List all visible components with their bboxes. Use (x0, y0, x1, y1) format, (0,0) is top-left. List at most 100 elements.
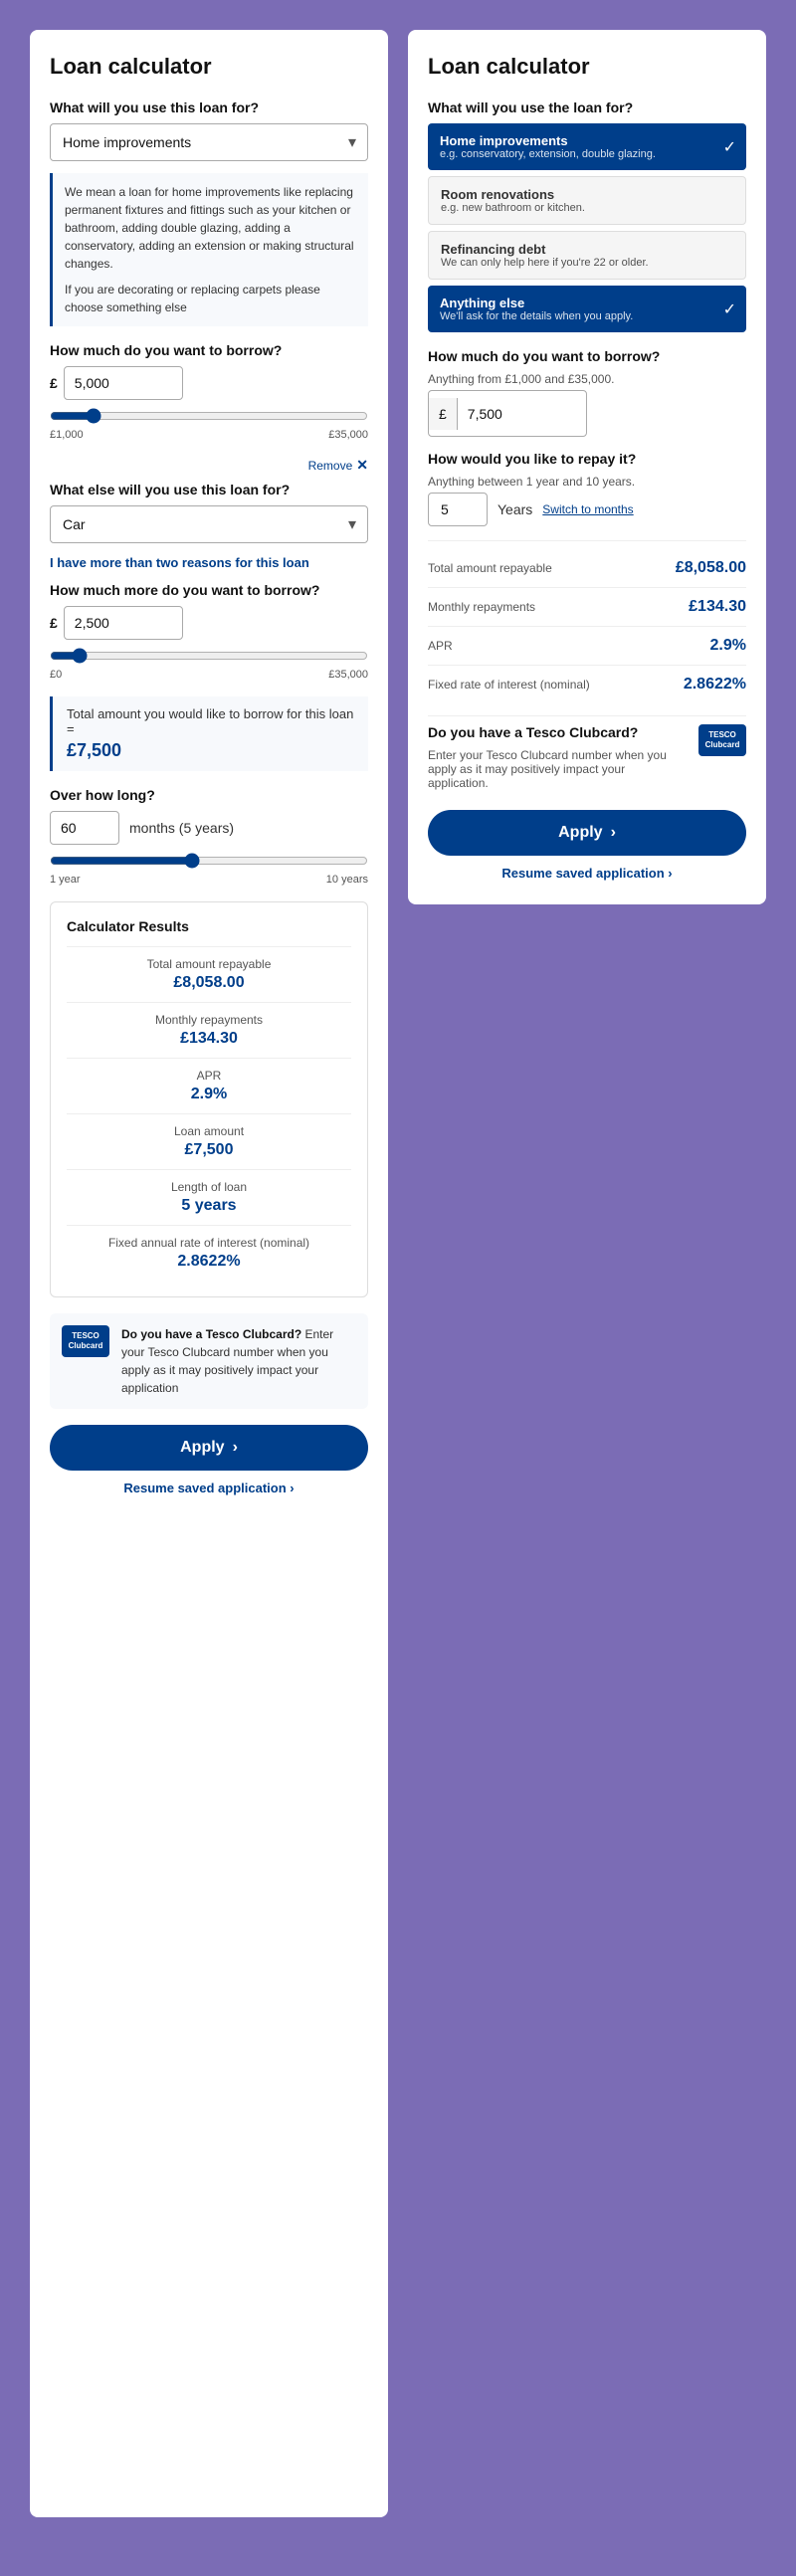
total-box: Total amount you would like to borrow fo… (50, 696, 368, 771)
loan-amount-value: £7,500 (67, 1141, 351, 1159)
right-borrow-amount-row: £ − + (428, 390, 587, 437)
right-apr-row: APR 2.9% (428, 627, 746, 666)
right-monthly-label: Monthly repayments (428, 600, 535, 614)
loan-option-home-improvements[interactable]: Home improvements e.g. conservatory, ext… (428, 123, 746, 170)
loan-purpose-select[interactable]: Home improvements (50, 123, 368, 161)
results-title: Calculator Results (67, 918, 351, 934)
right-resume-arrow-icon: › (668, 866, 672, 881)
monthly-label: Monthly repayments (67, 1013, 351, 1027)
right-borrow-sub: Anything from £1,000 and £35,000. (428, 372, 746, 386)
more-borrow-range-labels: £0 £35,000 (50, 669, 368, 681)
remove-label: Remove (308, 459, 353, 473)
option-name-1: Room renovations (441, 187, 733, 202)
right-results-table: Total amount repayable £8,058.00 Monthly… (428, 549, 746, 703)
total-repayable-label: Total amount repayable (67, 957, 351, 971)
more-borrow-section: How much more do you want to borrow? £ £… (50, 582, 368, 681)
total-value: £7,500 (67, 740, 354, 761)
more-borrow-label: How much more do you want to borrow? (50, 582, 368, 598)
right-repay-section: How would you like to repay it? Anything… (428, 451, 746, 526)
right-clubcard-logo-line1: TESCO (708, 730, 736, 740)
borrow-section: How much do you want to borrow? £ £1,000… (50, 342, 368, 441)
loan-amount-row: Loan amount £7,500 (67, 1113, 351, 1169)
right-clubcard-section: Do you have a Tesco Clubcard? Enter your… (428, 724, 746, 794)
apr-row: APR 2.9% (67, 1058, 351, 1113)
clubcard-text: Do you have a Tesco Clubcard? Enter your… (121, 1325, 356, 1397)
clubcard-logo-line1: TESCO (72, 1331, 100, 1341)
right-clubcard-logo-line2: Clubcard (705, 740, 740, 750)
right-total-repayable-label: Total amount repayable (428, 561, 552, 575)
right-monthly-row: Monthly repayments £134.30 (428, 588, 746, 627)
right-resume-saved-application-link[interactable]: Resume saved application › (428, 866, 746, 881)
more-borrow-amount-input[interactable] (64, 606, 183, 640)
loan-options-list: Home improvements e.g. conservatory, ext… (428, 123, 746, 332)
apply-label: Apply (180, 1439, 224, 1457)
duration-input-row: months (5 years) (50, 811, 368, 845)
duration-input[interactable] (50, 811, 119, 845)
loan-length-value: 5 years (67, 1197, 351, 1215)
loan-option-room-renovations[interactable]: Room renovations e.g. new bathroom or ki… (428, 176, 746, 225)
right-fixed-rate-label: Fixed rate of interest (nominal) (428, 678, 590, 692)
borrow-amount-input[interactable] (64, 366, 183, 400)
total-repayable-row: Total amount repayable £8,058.00 (67, 946, 351, 1002)
right-borrow-section: How much do you want to borrow? Anything… (428, 348, 746, 437)
right-clubcard-label-text: Do you have a Tesco Clubcard? Enter your… (428, 724, 689, 794)
right-fixed-rate-row: Fixed rate of interest (nominal) 2.8622% (428, 666, 746, 703)
duration-max-label: 10 years (326, 874, 368, 886)
second-purpose-select[interactable]: Car (50, 505, 368, 543)
second-purpose-label: What else will you use this loan for? (50, 482, 368, 497)
duration-label: Over how long? (50, 787, 368, 803)
switch-to-months-link[interactable]: Switch to months (542, 502, 633, 516)
info-text-2: If you are decorating or replacing carpe… (65, 281, 356, 316)
loan-length-row: Length of loan 5 years (67, 1169, 351, 1225)
close-icon: ✕ (356, 457, 368, 474)
remove-button[interactable]: Remove ✕ (308, 457, 368, 474)
right-pound-prefix: £ (429, 398, 458, 430)
checkmark-icon-3: ✓ (723, 299, 736, 319)
clubcard-logo-line2: Clubcard (69, 1341, 103, 1351)
option-sub-1: e.g. new bathroom or kitchen. (441, 202, 733, 214)
clubcard-section: TESCO Clubcard Do you have a Tesco Clubc… (50, 1313, 368, 1409)
duration-range-labels: 1 year 10 years (50, 874, 368, 886)
clubcard-logo: TESCO Clubcard (62, 1325, 109, 1357)
right-monthly-value: £134.30 (689, 598, 746, 616)
total-label: Total amount you would like to borrow fo… (67, 706, 354, 736)
apply-button[interactable]: Apply › (50, 1425, 368, 1471)
borrow-range-labels: £1,000 £35,000 (50, 429, 368, 441)
repay-row: Years Switch to months (428, 493, 746, 526)
duration-range-slider[interactable] (50, 853, 368, 869)
loan-purpose-select-wrapper: Home improvements ▾ (50, 123, 368, 161)
borrow-range-slider[interactable] (50, 408, 368, 424)
more-borrow-range-slider[interactable] (50, 648, 368, 664)
resume-saved-application-link[interactable]: Resume saved application › (50, 1481, 368, 1495)
right-total-repayable-row: Total amount repayable £8,058.00 (428, 549, 746, 588)
option-sub-0: e.g. conservatory, extension, double gla… (440, 148, 734, 160)
right-clubcard-inner: Do you have a Tesco Clubcard? Enter your… (428, 724, 746, 794)
right-clubcard-text: Enter your Tesco Clubcard number when yo… (428, 748, 689, 790)
right-borrow-amount-input[interactable] (458, 398, 587, 430)
right-apr-value: 2.9% (710, 637, 746, 655)
loan-purpose-label: What will you use this loan for? (50, 99, 368, 115)
pound-prefix: £ (50, 375, 58, 391)
results-section: Calculator Results Total amount repayabl… (50, 901, 368, 1297)
borrow-label: How much do you want to borrow? (50, 342, 368, 358)
checkmark-icon-0: ✓ (723, 137, 736, 157)
total-repayable-value: £8,058.00 (67, 974, 351, 992)
loan-option-anything-else[interactable]: Anything else We'll ask for the details … (428, 286, 746, 332)
info-text-1: We mean a loan for home improvements lik… (65, 183, 356, 273)
right-clubcard-label: Do you have a Tesco Clubcard? (428, 724, 689, 740)
repay-years-input[interactable] (428, 493, 488, 526)
more-reasons-link[interactable]: I have more than two reasons for this lo… (50, 555, 368, 570)
right-loan-purpose-label: What will you use the loan for? (428, 99, 746, 115)
right-apply-button[interactable]: Apply › (428, 810, 746, 856)
clubcard-label: Do you have a Tesco Clubcard? (121, 1327, 301, 1341)
apr-value: 2.9% (67, 1086, 351, 1103)
right-apr-label: APR (428, 639, 453, 653)
loan-option-refinancing-debt[interactable]: Refinancing debt We can only help here i… (428, 231, 746, 280)
left-calculator-card: Loan calculator What will you use this l… (30, 30, 388, 2517)
monthly-row: Monthly repayments £134.30 (67, 1002, 351, 1058)
more-borrow-amount-row: £ (50, 606, 368, 640)
borrow-min-label: £1,000 (50, 429, 84, 441)
second-purpose-select-wrapper: Car ▾ (50, 505, 368, 543)
pound-prefix-2: £ (50, 615, 58, 631)
loan-length-label: Length of loan (67, 1180, 351, 1194)
